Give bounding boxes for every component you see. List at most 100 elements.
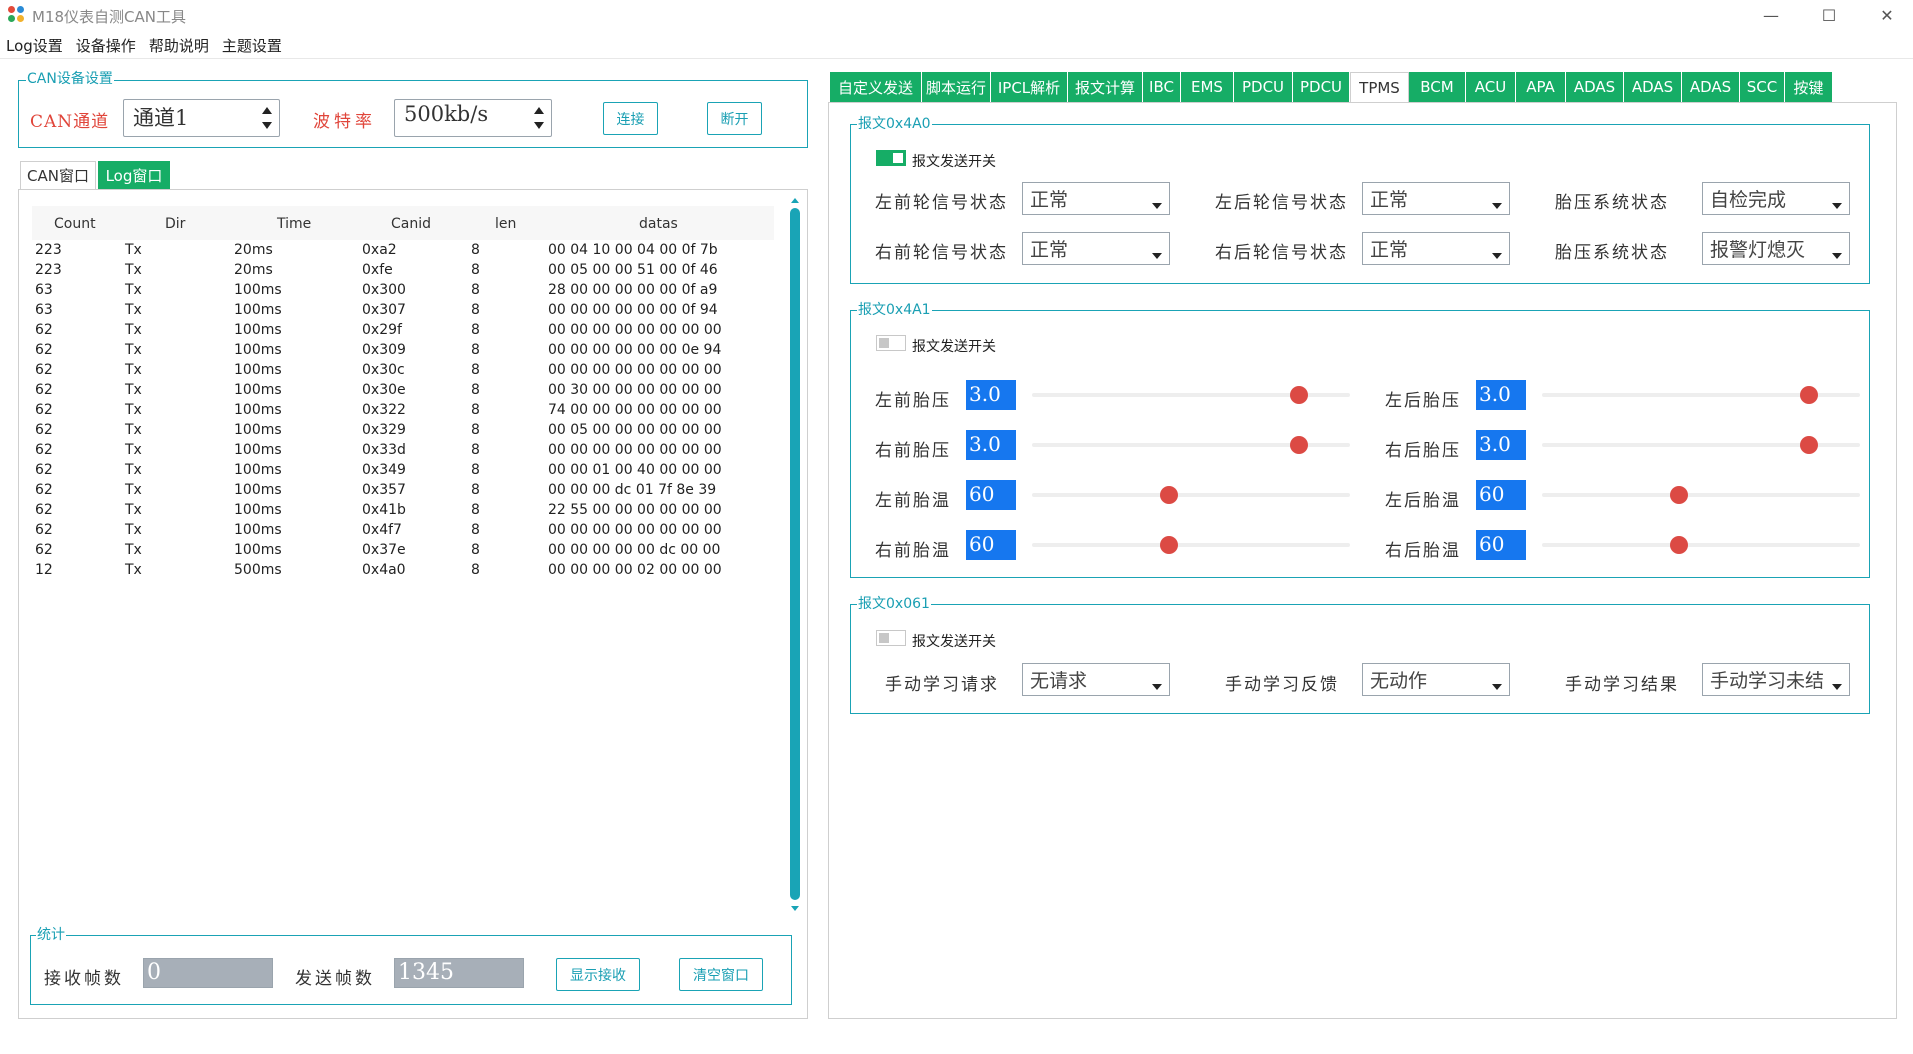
app-icon [8, 6, 26, 24]
clear-window-button[interactable]: 清空窗口 [679, 958, 763, 991]
table-row[interactable]: 62 Tx 100ms 0x322 8 74 00 00 00 00 00 00 00 [32, 400, 774, 420]
tab-pdcu[interactable]: PDCU [1234, 72, 1293, 102]
menu-log-settings[interactable]: Log设置 [0, 34, 70, 58]
scroll-up-icon[interactable] [791, 198, 799, 203]
slider-value-field[interactable]: 3.0 [1476, 430, 1526, 460]
tab-tpms[interactable]: TPMS [1350, 72, 1409, 102]
slider-value-field[interactable]: 3.0 [966, 380, 1016, 410]
maximize-button[interactable]: ☐ [1806, 0, 1852, 30]
table-row[interactable]: 63 Tx 100ms 0x307 8 00 00 00 00 00 00 0f 94 [32, 300, 774, 320]
cell-len: 8 [471, 442, 480, 458]
tab-ipcl解析[interactable]: IPCL解析 [991, 72, 1068, 102]
slider-handle[interactable] [1290, 436, 1308, 454]
table-row[interactable]: 223 Tx 20ms 0xfe 8 00 05 00 00 51 00 0f 46 [32, 260, 774, 280]
table-row[interactable]: 63 Tx 100ms 0x300 8 28 00 00 00 00 00 0f a9 [32, 280, 774, 300]
table-row[interactable]: 62 Tx 100ms 0x309 8 00 00 00 00 00 00 0e 94 [32, 340, 774, 360]
window-title: M18仪表自测CAN工具 [32, 8, 186, 26]
slider-handle[interactable] [1800, 386, 1818, 404]
cell-dir: Tx [125, 462, 142, 478]
field-dropdown[interactable]: 自检完成 [1702, 182, 1850, 215]
slider-value-field[interactable]: 60 [966, 530, 1016, 560]
tab-ibc[interactable]: IBC [1143, 72, 1181, 102]
table-row[interactable]: 62 Tx 100ms 0x33d 8 00 00 00 00 00 00 00 00 [32, 440, 774, 460]
cell-len: 8 [471, 562, 480, 578]
table-row[interactable]: 12 Tx 500ms 0x4a0 8 00 00 00 00 02 00 00 00 [32, 560, 774, 580]
scroll-down-icon[interactable] [791, 906, 799, 911]
table-row[interactable]: 62 Tx 100ms 0x37e 8 00 00 00 00 00 dc 00 00 [32, 540, 774, 560]
tab-自定义发送[interactable]: 自定义发送 [830, 72, 922, 102]
table-row[interactable]: 62 Tx 100ms 0x30e 8 00 30 00 00 00 00 00 00 [32, 380, 774, 400]
slider-value-field[interactable]: 60 [966, 480, 1016, 510]
menu-theme[interactable]: 主题设置 [216, 34, 289, 58]
slider-value-field[interactable]: 3.0 [1476, 380, 1526, 410]
slider-handle[interactable] [1800, 436, 1818, 454]
table-row[interactable]: 62 Tx 100ms 0x30c 8 00 00 00 00 00 00 00 00 [32, 360, 774, 380]
cell-count: 62 [35, 502, 53, 518]
table-row[interactable]: 62 Tx 100ms 0x349 8 00 00 01 00 40 00 00 00 [32, 460, 774, 480]
channel-select[interactable]: 通道1 [123, 99, 280, 137]
cell-canid: 0x4a0 [362, 562, 406, 578]
cell-canid: 0x37e [362, 542, 406, 558]
slider-track[interactable] [1032, 493, 1350, 497]
switch-knob [879, 338, 889, 348]
tab-adas[interactable]: ADAS [1682, 72, 1740, 102]
tab-log-window[interactable]: Log窗口 [98, 161, 170, 189]
tab-scc[interactable]: SCC [1740, 72, 1785, 102]
field-dropdown[interactable]: 手动学习未结 [1702, 663, 1850, 696]
tab-apa[interactable]: APA [1516, 72, 1566, 102]
cell-dir: Tx [125, 302, 142, 318]
field-dropdown[interactable]: 报警灯熄灭 [1702, 232, 1850, 265]
cell-time: 100ms [234, 322, 282, 338]
disconnect-button[interactable]: 断开 [707, 102, 762, 135]
table-row[interactable]: 62 Tx 100ms 0x41b 8 22 55 00 00 00 00 00 00 [32, 500, 774, 520]
tab-adas[interactable]: ADAS [1566, 72, 1624, 102]
slider-track[interactable] [1032, 543, 1350, 547]
field-label: 胎压系统状态 [1555, 243, 1669, 263]
slider-track[interactable] [1542, 493, 1860, 497]
tab-报文计算[interactable]: 报文计算 [1068, 72, 1143, 102]
table-row[interactable]: 223 Tx 20ms 0xa2 8 00 04 10 00 04 00 0f 7b [32, 240, 774, 260]
table-row[interactable]: 62 Tx 100ms 0x357 8 00 00 00 dc 01 7f 8e 39 [32, 480, 774, 500]
menu-help[interactable]: 帮助说明 [143, 34, 216, 58]
cell-time: 100ms [234, 302, 282, 318]
tab-bcm[interactable]: BCM [1409, 72, 1466, 102]
msg-061-switch[interactable] [876, 630, 906, 646]
cell-dir: Tx [125, 542, 142, 558]
slider-value-field[interactable]: 3.0 [966, 430, 1016, 460]
msg-4a1-switch[interactable] [876, 335, 906, 351]
slider-handle[interactable] [1290, 386, 1308, 404]
tab-ems[interactable]: EMS [1181, 72, 1234, 102]
connect-button[interactable]: 连接 [603, 102, 658, 135]
show-receive-button[interactable]: 显示接收 [556, 958, 640, 991]
field-dropdown[interactable]: 正常 [1362, 232, 1510, 265]
field-dropdown[interactable]: 正常 [1022, 182, 1170, 215]
field-dropdown[interactable]: 无请求 [1022, 663, 1170, 696]
slider-value-field[interactable]: 60 [1476, 530, 1526, 560]
minimize-button[interactable]: — [1748, 0, 1794, 30]
tab-acu[interactable]: ACU [1466, 72, 1516, 102]
slider-handle[interactable] [1160, 536, 1178, 554]
slider-handle[interactable] [1670, 536, 1688, 554]
slider-track[interactable] [1542, 543, 1860, 547]
slider-value: 3.0 [969, 432, 1001, 456]
table-row[interactable]: 62 Tx 100ms 0x29f 8 00 00 00 00 00 00 00 00 [32, 320, 774, 340]
tab-adas[interactable]: ADAS [1624, 72, 1682, 102]
field-dropdown[interactable]: 正常 [1022, 232, 1170, 265]
slider-handle[interactable] [1160, 486, 1178, 504]
field-dropdown[interactable]: 正常 [1362, 182, 1510, 215]
slider-handle[interactable] [1670, 486, 1688, 504]
slider-value-field[interactable]: 60 [1476, 480, 1526, 510]
close-button[interactable]: ✕ [1864, 0, 1910, 30]
menu-device-ops[interactable]: 设备操作 [70, 34, 143, 58]
cell-time: 100ms [234, 502, 282, 518]
table-row[interactable]: 62 Tx 100ms 0x329 8 00 05 00 00 00 00 00 00 [32, 420, 774, 440]
scroll-thumb[interactable] [790, 208, 800, 900]
tab-pdcu[interactable]: PDCU [1293, 72, 1350, 102]
baud-select[interactable]: 500kb/s [394, 99, 552, 137]
msg-4a0-switch[interactable] [876, 150, 906, 166]
table-row[interactable]: 62 Tx 100ms 0x4f7 8 00 00 00 00 00 00 00 00 [32, 520, 774, 540]
field-dropdown[interactable]: 无动作 [1362, 663, 1510, 696]
tab-脚本运行[interactable]: 脚本运行 [922, 72, 991, 102]
tab-按键[interactable]: 按键 [1785, 72, 1833, 102]
tab-can-window[interactable]: CAN窗口 [20, 161, 96, 189]
